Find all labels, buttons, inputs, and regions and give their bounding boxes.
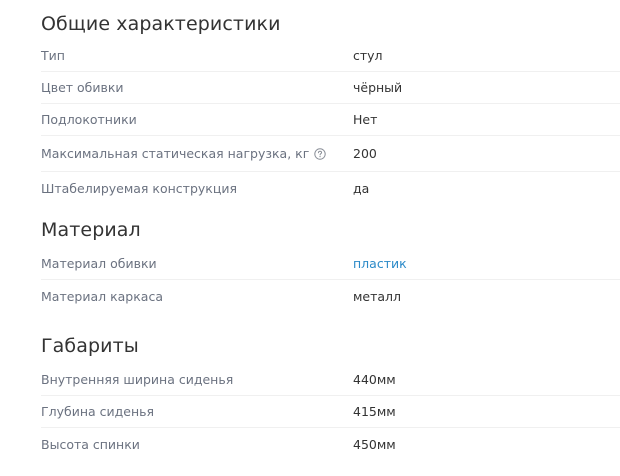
spec-label-max-load: Максимальная статическая нагрузка, кг bbox=[41, 146, 310, 161]
spec-value-max-load: 200 bbox=[353, 146, 377, 161]
spec-row-seat-depth: Глубина сиденья 415мм bbox=[41, 396, 620, 428]
spec-value-backrest-height: 450мм bbox=[353, 436, 396, 452]
spec-row-frame-material: Материал каркаса металл bbox=[41, 280, 620, 312]
spec-value-seat-width: 440мм bbox=[353, 372, 396, 387]
spec-label-stackable: Штабелируемая конструкция bbox=[41, 180, 237, 196]
spec-label-seat-width: Внутренняя ширина сиденья bbox=[41, 372, 234, 387]
specs-section-dimensions: Габариты Внутренняя ширина сиденья 440мм… bbox=[41, 334, 620, 460]
spec-row-stackable: Штабелируемая конструкция да bbox=[41, 172, 620, 204]
spec-value-upholstery-material-link[interactable]: пластик bbox=[353, 256, 407, 271]
spec-label-seat-depth: Глубина сиденья bbox=[41, 404, 155, 419]
spec-row-upholstery-color: Цвет обивки чёрный bbox=[41, 72, 620, 104]
spec-row-max-load: Максимальная статическая нагрузка, кг 20… bbox=[41, 136, 620, 172]
spec-label-frame-material: Материал каркаса bbox=[41, 288, 163, 304]
spec-row-seat-width: Внутренняя ширина сиденья 440мм bbox=[41, 364, 620, 396]
spec-label-armrests: Подлокотники bbox=[41, 112, 137, 127]
spec-value-upholstery-color: чёрный bbox=[353, 80, 403, 95]
spec-value-stackable: да bbox=[353, 180, 370, 196]
spec-row-upholstery-material: Материал обивки пластик bbox=[41, 248, 620, 280]
question-circle-icon[interactable] bbox=[314, 147, 326, 160]
spec-row-armrests: Подлокотники Нет bbox=[41, 104, 620, 136]
product-specifications: Общие характеристики Тип стул Цвет обивк… bbox=[41, 0, 620, 460]
spec-value-type: стул bbox=[353, 48, 383, 63]
spec-label-max-load-wrapper: Максимальная статическая нагрузка, кг bbox=[41, 146, 353, 161]
specs-section-material: Материал Материал обивки пластик Материа… bbox=[41, 218, 620, 312]
spec-label-upholstery-color: Цвет обивки bbox=[41, 80, 124, 95]
spec-list-material: Материал обивки пластик Материал каркаса… bbox=[41, 248, 620, 312]
spec-label-type: Тип bbox=[41, 48, 65, 63]
spec-row-backrest-height: Высота спинки 450мм bbox=[41, 428, 620, 460]
spec-list-dimensions: Внутренняя ширина сиденья 440мм Глубина … bbox=[41, 364, 620, 460]
spec-value-armrests: Нет bbox=[353, 112, 378, 127]
section-title-general: Общие характеристики bbox=[41, 13, 281, 35]
spec-list-general: Тип стул Цвет обивки чёрный Подлокотники… bbox=[41, 40, 620, 204]
spec-row-type: Тип стул bbox=[41, 40, 620, 72]
section-title-dimensions: Габариты bbox=[41, 335, 139, 357]
spec-label-upholstery-material: Материал обивки bbox=[41, 256, 157, 271]
specs-section-general: Общие характеристики Тип стул Цвет обивк… bbox=[41, 12, 620, 204]
spec-value-frame-material: металл bbox=[353, 288, 402, 304]
section-title-material: Материал bbox=[41, 219, 141, 241]
spec-value-seat-depth: 415мм bbox=[353, 404, 396, 419]
spec-label-backrest-height: Высота спинки bbox=[41, 436, 140, 452]
